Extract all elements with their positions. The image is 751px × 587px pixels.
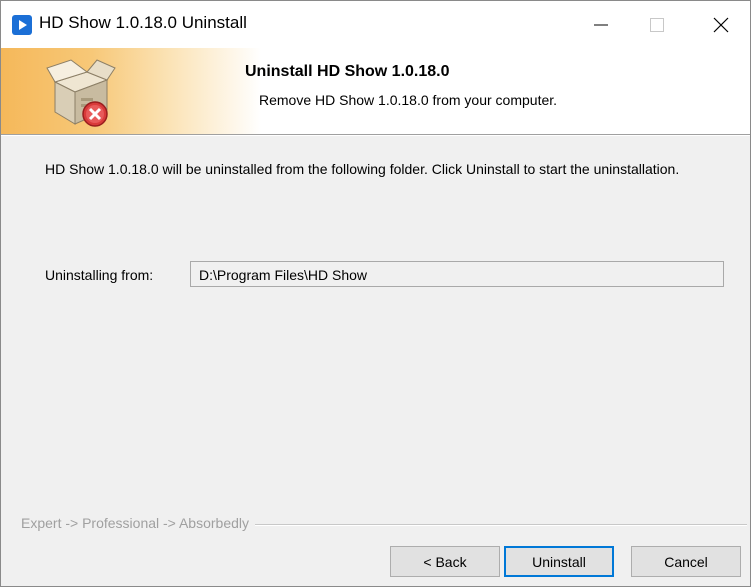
maximize-icon [650,17,664,32]
minimize-button[interactable] [573,1,629,48]
back-button[interactable]: < Back [390,546,500,577]
branding-text: Expert -> Professional -> Absorbedly [21,515,256,531]
cancel-button[interactable]: Cancel [631,546,741,577]
header-divider-highlight [1,135,750,136]
uninstall-window: HD Show 1.0.18.0 Uninstall Uninstall HD … [0,0,751,587]
title-bar[interactable]: HD Show 1.0.18.0 Uninstall [1,1,750,48]
uninstall-folder-field[interactable]: D:\Program Files\HD Show [190,261,724,287]
uninstall-from-label: Uninstalling from: [45,267,154,283]
maximize-button [629,1,685,48]
play-icon [12,15,32,35]
window-title: HD Show 1.0.18.0 Uninstall [39,13,247,32]
header-banner: Uninstall HD Show 1.0.18.0 Remove HD Sho… [1,48,750,134]
uninstall-button[interactable]: Uninstall [504,546,614,577]
header-subtitle: Remove HD Show 1.0.18.0 from your comput… [259,92,558,108]
close-icon [713,17,728,32]
uninstall-box-icon [41,54,121,132]
intro-text: HD Show 1.0.18.0 will be uninstalled fro… [45,161,680,177]
close-button[interactable] [691,1,750,48]
minimize-icon [594,24,608,25]
header-gradient [1,48,261,134]
header-title: Uninstall HD Show 1.0.18.0 [245,63,450,80]
